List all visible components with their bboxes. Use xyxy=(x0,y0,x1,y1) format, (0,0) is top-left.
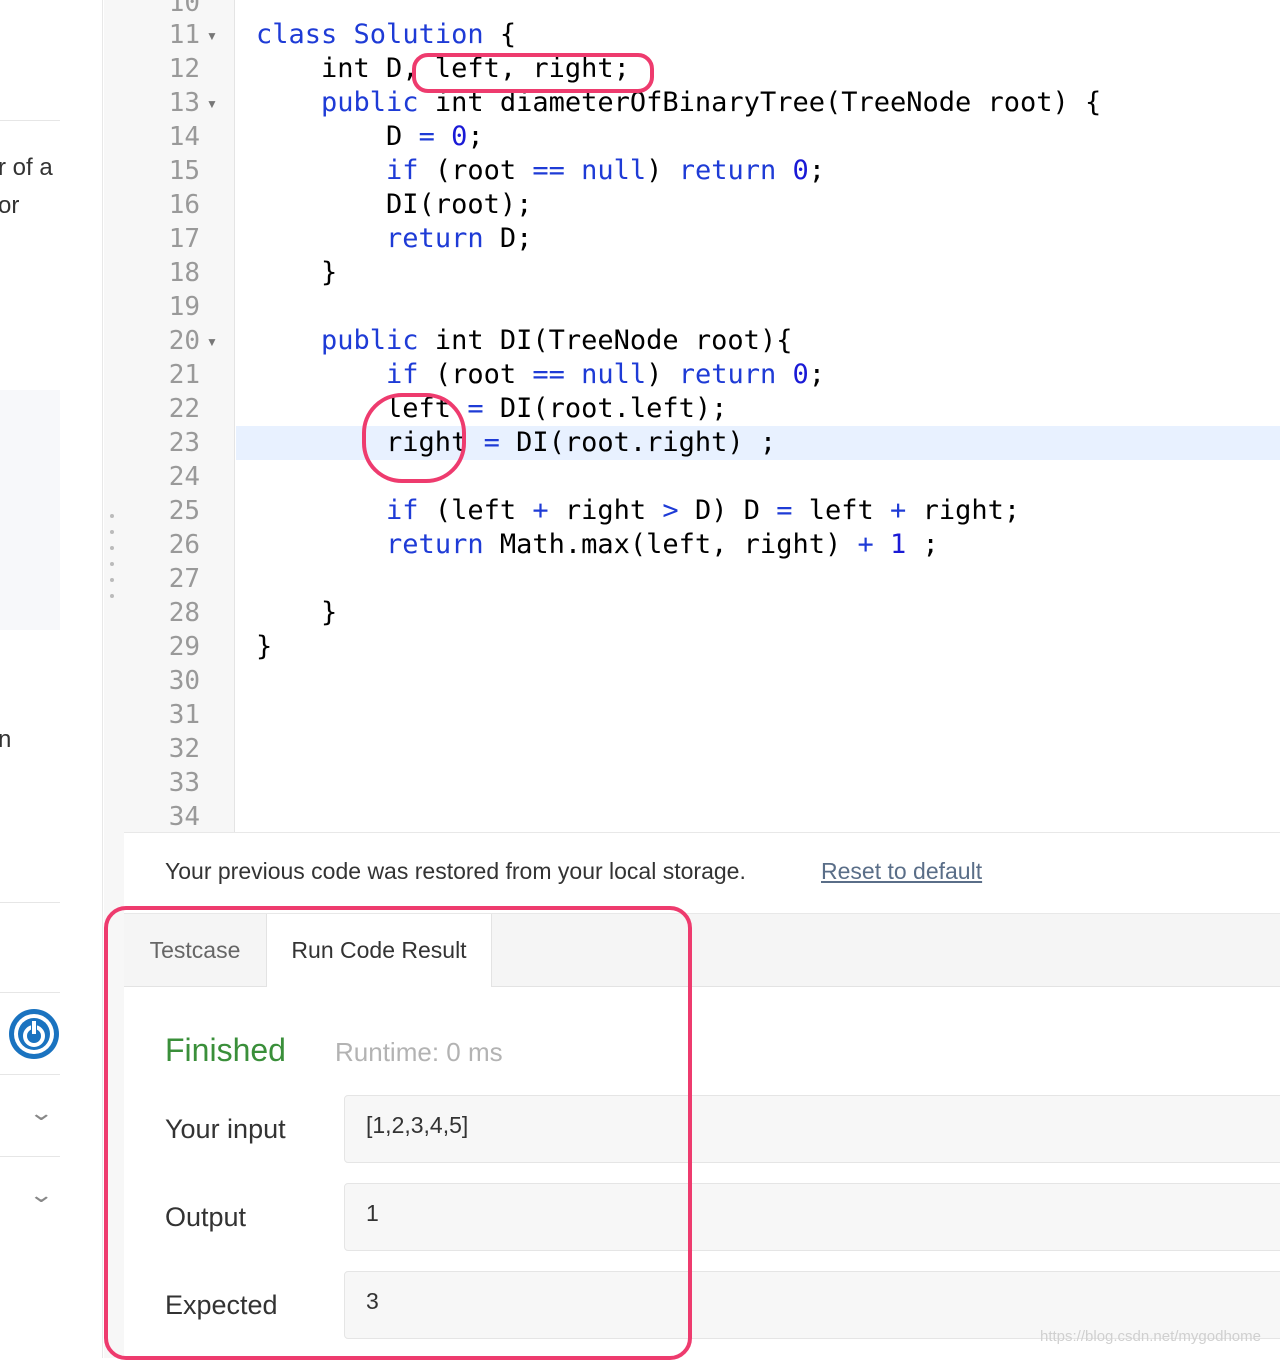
code-line[interactable]: if (root == null) return 0; xyxy=(256,154,825,188)
line-number: 22 xyxy=(168,394,200,424)
code-line[interactable]: return D; xyxy=(256,222,532,256)
line-number: 21 xyxy=(168,360,200,390)
line-number: 11 xyxy=(168,20,200,50)
divider xyxy=(0,1074,60,1075)
line-number: 13 xyxy=(168,88,200,118)
divider xyxy=(0,1156,60,1157)
code-line[interactable]: return Math.max(left, right) + 1 ; xyxy=(256,528,939,562)
reset-to-default-link[interactable]: Reset to default xyxy=(821,858,982,885)
line-number: 19 xyxy=(168,292,200,322)
line-number: 26 xyxy=(168,530,200,560)
annotation-circle-field-assignment xyxy=(362,393,466,483)
line-number: 33 xyxy=(168,768,200,798)
code-line[interactable]: public int DI(TreeNode root){ xyxy=(256,324,792,358)
code-line[interactable]: } xyxy=(256,630,272,664)
restore-message: Your previous code was restored from you… xyxy=(165,858,746,884)
line-number: 32 xyxy=(168,734,200,764)
description-snippet: n xyxy=(0,726,12,753)
line-number: 31 xyxy=(168,700,200,730)
drag-handle-dot xyxy=(110,594,114,598)
drag-handle-dot xyxy=(110,546,114,550)
line-number: 16 xyxy=(168,190,200,220)
code-line[interactable]: left = DI(root.left); xyxy=(256,392,727,426)
code-line[interactable]: if (root == null) return 0; xyxy=(256,358,825,392)
chevron-down-icon[interactable]: ⌄ xyxy=(28,1100,54,1126)
line-number: 12 xyxy=(168,54,200,84)
chevron-down-icon[interactable]: ⌄ xyxy=(28,1182,54,1208)
drag-handle-dot xyxy=(110,530,114,534)
annotation-circle-field-declaration xyxy=(412,53,654,93)
line-number: 10 xyxy=(168,0,200,18)
description-snippet: or xyxy=(0,192,20,219)
code-line[interactable]: D = 0; xyxy=(256,120,484,154)
line-number: 20 xyxy=(168,326,200,356)
fold-arrow-icon[interactable]: ▼ xyxy=(206,324,218,358)
line-number: 29 xyxy=(168,632,200,662)
annotation-box-run-result xyxy=(104,906,692,1360)
code-line[interactable]: if (left + right > D) D = left + right; xyxy=(256,494,1020,528)
line-number: 14 xyxy=(168,122,200,152)
watermark: https://blog.csdn.net/mygodhome xyxy=(1040,1328,1261,1345)
line-number: 17 xyxy=(168,224,200,254)
line-number: 24 xyxy=(168,462,200,492)
divider xyxy=(0,120,60,121)
line-number: 25 xyxy=(168,496,200,526)
example-block xyxy=(0,390,60,630)
drag-handle-dot xyxy=(110,578,114,582)
line-number: 34 xyxy=(168,802,200,832)
line-number: 27 xyxy=(168,564,200,594)
line-number: 18 xyxy=(168,258,200,288)
drag-handle-dot xyxy=(110,562,114,566)
code-line[interactable]: } xyxy=(256,256,337,290)
divider xyxy=(0,992,60,993)
line-number: 30 xyxy=(168,666,200,696)
fold-arrow-icon[interactable]: ▼ xyxy=(206,18,218,52)
line-number: 15 xyxy=(168,156,200,186)
code-line[interactable]: DI(root); xyxy=(256,188,532,222)
code-line[interactable]: class Solution { xyxy=(256,18,516,52)
divider xyxy=(0,902,60,903)
drag-handle-dot xyxy=(110,514,114,518)
power-icon[interactable] xyxy=(8,1008,60,1060)
code-line[interactable]: right = DI(root.right) ; xyxy=(256,426,776,460)
fold-arrow-icon[interactable]: ▼ xyxy=(206,86,218,120)
line-number: 28 xyxy=(168,598,200,628)
code-line[interactable]: } xyxy=(256,596,337,630)
description-snippet: r of a xyxy=(0,154,53,181)
code-line[interactable]: public int diameterOfBinaryTree(TreeNode… xyxy=(256,86,1101,120)
line-number: 23 xyxy=(168,428,200,458)
